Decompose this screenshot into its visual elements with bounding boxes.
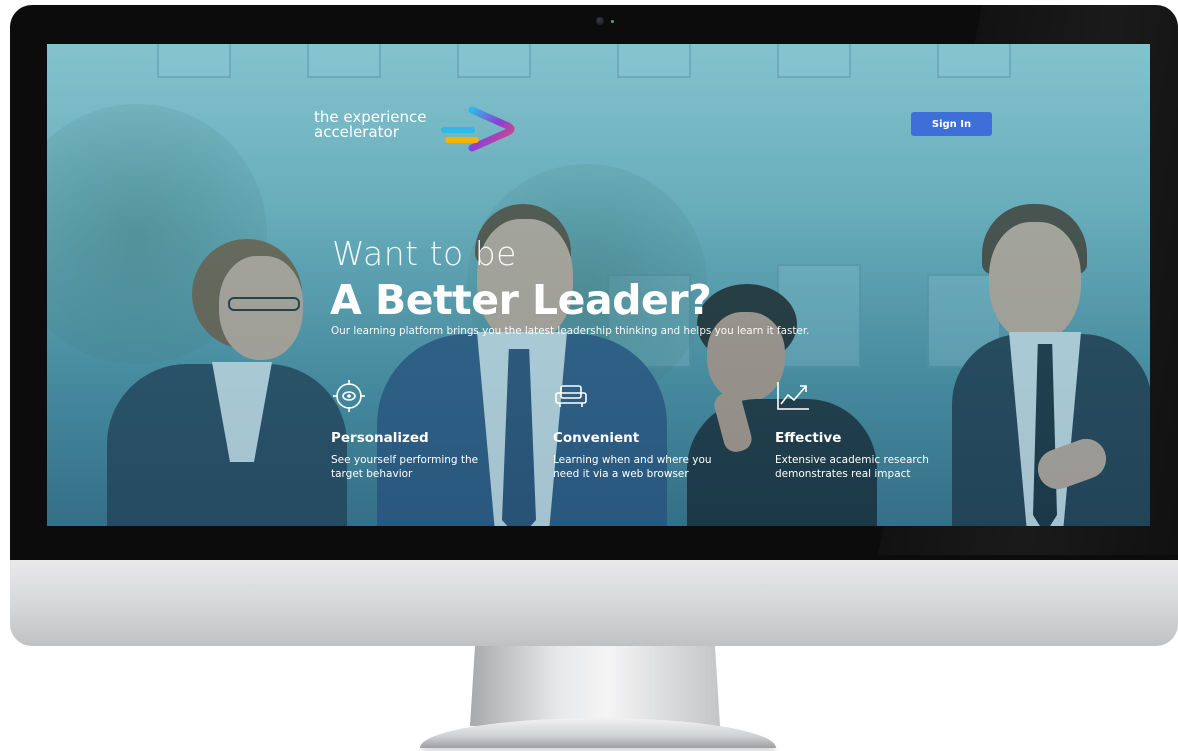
feature-title: Effective bbox=[775, 430, 842, 446]
feature-description: Extensive academic research demonstrates… bbox=[775, 454, 929, 480]
feature-title: Convenient bbox=[553, 430, 640, 446]
monitor-mockup: the experience accelerator Sign In Want … bbox=[0, 0, 1178, 751]
hero-headline: A Better Leader? bbox=[330, 276, 712, 324]
logo-text-line2: accelerator bbox=[314, 123, 399, 141]
chart-trend-icon bbox=[777, 382, 809, 410]
brand-logo[interactable]: the experience accelerator bbox=[314, 110, 427, 140]
logo-arrow-icon bbox=[441, 106, 515, 152]
hero-kicker: Want to be bbox=[332, 234, 517, 273]
monitor-stand-neck bbox=[470, 646, 720, 726]
hero-subline: Our learning platform brings you the lat… bbox=[331, 325, 810, 337]
feature-description: See yourself performing the target behav… bbox=[331, 454, 479, 480]
camera-icon bbox=[596, 17, 604, 25]
monitor-screen: the experience accelerator Sign In Want … bbox=[47, 44, 1150, 526]
sign-in-button[interactable]: Sign In bbox=[911, 112, 992, 136]
feature-title: Personalized bbox=[331, 430, 429, 446]
monitor-chin bbox=[10, 560, 1178, 646]
sofa-icon bbox=[555, 385, 587, 407]
feature-description: Learning when and where you need it via … bbox=[553, 454, 712, 480]
camera-led bbox=[611, 20, 614, 23]
target-icon bbox=[333, 380, 365, 412]
